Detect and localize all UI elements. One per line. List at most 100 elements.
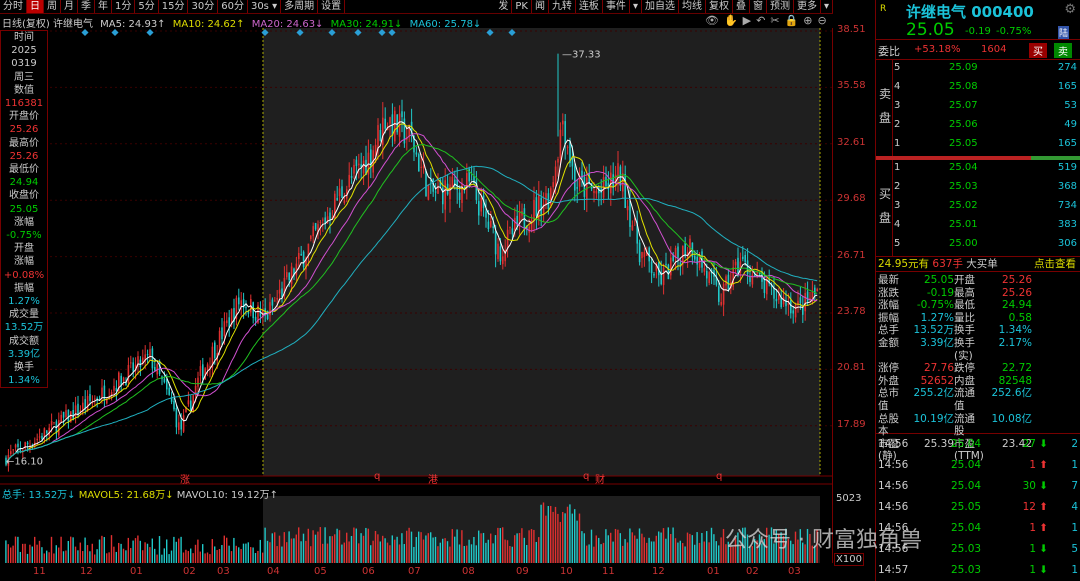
toolbar-item[interactable]: 60分: [218, 0, 248, 13]
toolbar-item[interactable]: 均线: [679, 0, 706, 13]
tick-price: 25.04: [951, 459, 982, 471]
level-volume: 368: [1057, 181, 1077, 192]
price-tick: 32.61: [837, 136, 866, 148]
kline-chart[interactable]: —37.33 ←16.10: [0, 28, 832, 563]
volume-bar: [667, 527, 669, 563]
toolbar-item[interactable]: 加自选: [642, 0, 679, 13]
volume-bar: [139, 540, 141, 563]
toolbar-item[interactable]: 多周期: [281, 0, 319, 13]
candle-body: [775, 298, 778, 302]
volume-bar: [336, 528, 338, 563]
bids-level-row[interactable]: 1 25.04 519: [894, 162, 1077, 180]
candle-body: [187, 400, 190, 405]
event-diamond[interactable]: [146, 28, 154, 37]
toolbar-item[interactable]: 周: [44, 0, 61, 13]
toolbar-item[interactable]: 事件: [603, 0, 630, 13]
toolbar-item[interactable]: 分时: [0, 0, 27, 13]
tick-row: 14:56 25.04 27 ⬇ 2: [876, 434, 1080, 455]
event-marker[interactable]: 港: [428, 471, 438, 486]
toolbar-item[interactable]: 30s ▾: [248, 0, 282, 13]
volume-bar: [569, 504, 571, 563]
toolbar-item[interactable]: 15分: [159, 0, 189, 13]
toolbar-item[interactable]: PK: [512, 0, 532, 13]
volume-bar: [619, 533, 621, 563]
toolbar-item[interactable]: 复权: [706, 0, 733, 13]
event-diamond[interactable]: [111, 28, 119, 37]
volume-bar: [94, 554, 96, 563]
candle-body: [178, 422, 180, 430]
event-marker[interactable]: q: [583, 471, 589, 482]
candle-body: [583, 177, 586, 197]
candle-body: [358, 163, 360, 166]
candle-body: [130, 362, 132, 364]
volume-bar: [353, 527, 355, 563]
volume-bar: [346, 532, 348, 563]
toolbar-item[interactable]: 预测: [767, 0, 794, 13]
toolbar-item[interactable]: 九转: [549, 0, 576, 13]
candle-body: [667, 264, 670, 280]
candle-body: [557, 158, 559, 163]
bids-level-row[interactable]: 3 25.02 734: [894, 200, 1077, 218]
buy-button[interactable]: 买: [1029, 43, 1047, 58]
toolbar-item[interactable]: 窗: [750, 0, 767, 13]
volume-bar: [562, 512, 564, 563]
candle-body: [444, 180, 446, 210]
bids-level-row[interactable]: 5 25.00 306: [894, 238, 1077, 256]
volume-bar: [662, 528, 665, 563]
toolbar-item[interactable]: 季: [78, 0, 95, 13]
toolbar-item[interactable]: 叠: [733, 0, 750, 13]
volume-bar: [473, 536, 475, 563]
volume-bar: [384, 538, 386, 563]
volume-bar: [276, 546, 278, 563]
asks-level-row[interactable]: 2 25.06 49: [894, 119, 1077, 137]
volume-bar: [242, 543, 245, 563]
event-marker[interactable]: q: [374, 471, 380, 482]
stat-cell: 3.39亿: [920, 336, 954, 349]
event-marker[interactable]: q: [716, 471, 722, 482]
level-index: 1: [894, 138, 901, 149]
toolbar-item[interactable]: 1分: [112, 0, 136, 13]
asks-level-row[interactable]: 1 25.05 165: [894, 138, 1077, 156]
candle-body: [766, 279, 768, 295]
toolbar-item[interactable]: 月: [61, 0, 78, 13]
info-field: 数值: [14, 84, 34, 96]
stat-cell: 22.72: [1001, 362, 1032, 375]
chart-tools[interactable]: 👁✋▶↶✂🔒⊕⊖: [705, 14, 832, 27]
sell-button[interactable]: 卖: [1054, 43, 1072, 58]
gear-icon[interactable]: ⚙: [1064, 2, 1076, 17]
toolbar-item[interactable]: 闻: [532, 0, 549, 13]
toolbar-item[interactable]: 连板: [576, 0, 603, 13]
info-field: 24.94: [9, 177, 39, 189]
stat-cell: 最新: [878, 274, 899, 286]
candle-body: [677, 246, 679, 258]
toolbar-item[interactable]: ▾: [821, 0, 833, 13]
volume-bar: [694, 544, 696, 563]
view-big-orders-link[interactable]: 点击查看: [1034, 257, 1076, 271]
volume-bar: [168, 554, 170, 563]
volume-bar: [142, 550, 144, 563]
bids-level-row[interactable]: 4 25.01 383: [894, 219, 1077, 237]
asks-level-row[interactable]: 3 25.07 53: [894, 100, 1077, 118]
toolbar-item[interactable]: 发: [495, 0, 513, 13]
candle-body: [480, 197, 482, 212]
event-marker[interactable]: 涨: [180, 471, 190, 486]
toolbar-item[interactable]: 5分: [135, 0, 159, 13]
toolbar-item[interactable]: 设置: [318, 0, 346, 13]
event-marker[interactable]: 财: [595, 471, 605, 486]
volume-bar: [286, 542, 288, 563]
bids-level-row[interactable]: 2 25.03 368: [894, 181, 1077, 199]
asks-level-row[interactable]: 4 25.08 165: [894, 81, 1077, 99]
toolbar-item[interactable]: 日: [27, 0, 44, 13]
level-price: 25.03: [949, 181, 978, 192]
toolbar-item[interactable]: 更多: [794, 0, 821, 13]
volume-bar: [571, 513, 573, 563]
info-field: 0319: [11, 58, 37, 70]
volume-bar: [586, 545, 588, 563]
candle-body: [547, 193, 550, 209]
event-diamond[interactable]: [81, 28, 89, 37]
stat-cell: 换手(实): [954, 336, 975, 362]
toolbar-item[interactable]: 30分: [188, 0, 219, 13]
toolbar-item[interactable]: 年: [95, 0, 112, 13]
asks-level-row[interactable]: 5 25.09 274: [894, 62, 1077, 80]
toolbar-item[interactable]: ▾: [630, 0, 642, 13]
